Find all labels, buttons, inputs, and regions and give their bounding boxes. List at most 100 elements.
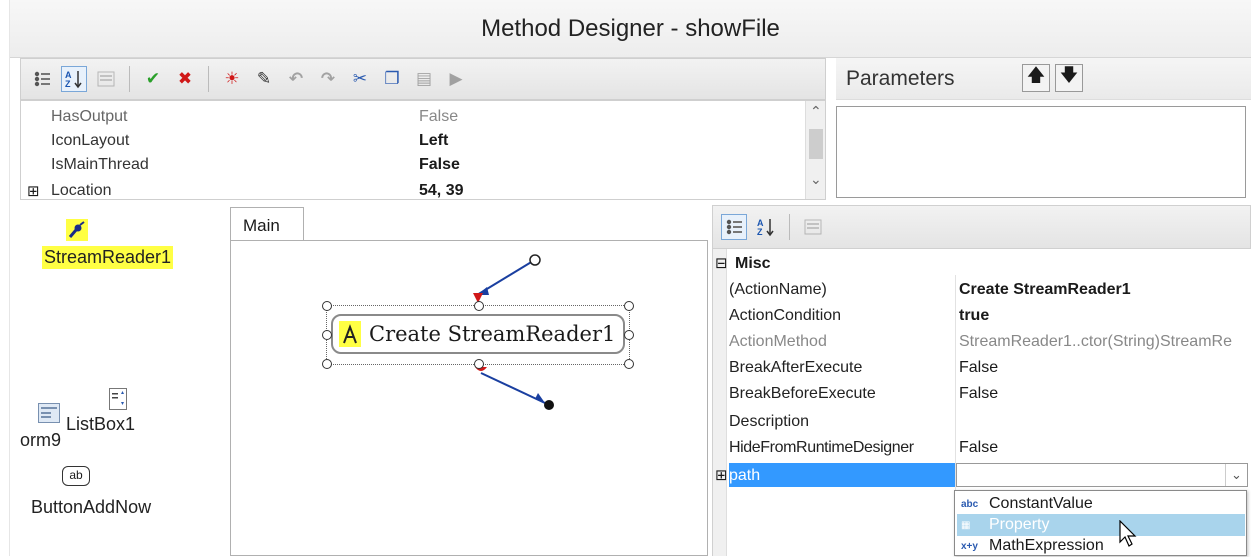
move-up-button[interactable]: 🡅 xyxy=(1022,64,1050,92)
property-row[interactable]: ActionCondition true xyxy=(713,303,1251,329)
scrollbar[interactable]: ⌃ ⌄ xyxy=(805,101,825,199)
property-value: true xyxy=(959,307,990,324)
property-row[interactable]: IsMainThread False xyxy=(21,153,807,177)
streamreader-icon[interactable] xyxy=(66,219,88,246)
resize-handle[interactable] xyxy=(474,359,484,369)
property-row[interactable]: HideFromRuntimeDesigner False xyxy=(713,435,1251,461)
property-name: IconLayout xyxy=(51,132,130,149)
main-toolbar: AZ ✔ ✖ ☀ ✎ ↶ ↷ ✂ ❐ ▤ ▶ xyxy=(20,58,826,100)
property-row[interactable]: IconLayout Left xyxy=(21,129,807,153)
connector-lines xyxy=(473,254,554,410)
chevron-down-icon[interactable]: ⌄ xyxy=(1225,464,1247,486)
property-name: BreakBeforeExecute xyxy=(729,385,876,402)
method-property-grid[interactable]: HasOutput False IconLayout Left IsMainTh… xyxy=(20,100,826,200)
debug-icon[interactable]: ☀ xyxy=(219,66,245,92)
scroll-thumb[interactable] xyxy=(809,129,823,159)
property-row[interactable]: BreakAfterExecute False xyxy=(713,355,1251,381)
property-name: (ActionName) xyxy=(729,281,827,298)
expand-icon[interactable]: ⊞ xyxy=(715,466,728,484)
parameters-list[interactable] xyxy=(836,106,1246,198)
property-row[interactable]: HasOutput False xyxy=(21,105,807,129)
toolbar-separator xyxy=(208,66,209,92)
action-node[interactable]: Create StreamReader1 xyxy=(331,314,625,354)
move-down-button[interactable]: 🡇 xyxy=(1055,64,1083,92)
property-value: False xyxy=(959,359,999,376)
alphabetical-icon[interactable]: AZ xyxy=(61,66,87,92)
scroll-up-icon[interactable]: ⌃ xyxy=(810,103,822,120)
expand-icon[interactable]: ⊞ xyxy=(27,182,40,199)
property-value: Left xyxy=(419,132,449,149)
dropdown-item-label: Property xyxy=(989,516,1050,533)
property-row-path[interactable]: ⊞ path ⌄ xyxy=(713,463,1251,489)
resize-handle[interactable] xyxy=(322,330,332,340)
property-row[interactable]: ActionMethod StreamReader1..ctor(String)… xyxy=(713,329,1251,355)
cut-icon[interactable]: ✂ xyxy=(347,66,373,92)
property-value: Create StreamReader1 xyxy=(959,281,1131,298)
resize-handle[interactable] xyxy=(624,330,634,340)
resize-handle[interactable] xyxy=(322,359,332,369)
resize-handle[interactable] xyxy=(322,301,332,311)
listbox-label[interactable]: ListBox1 xyxy=(66,414,135,435)
collapse-icon[interactable]: ⊟ xyxy=(715,254,728,272)
property-name: ActionMethod xyxy=(729,333,827,350)
property-row[interactable]: ⊞ Location 54, 39 xyxy=(21,179,807,199)
undo-icon[interactable]: ↶ xyxy=(283,66,309,92)
run-icon[interactable]: ▶ xyxy=(443,66,469,92)
category-row[interactable]: ⊟ Misc xyxy=(713,251,1251,277)
dropdown-item-label: ConstantValue xyxy=(989,495,1093,512)
button-label[interactable]: ButtonAddNow xyxy=(31,497,151,518)
alphabetical-icon[interactable]: AZ xyxy=(753,214,779,240)
resize-handle[interactable] xyxy=(624,359,634,369)
form-label[interactable]: orm9 xyxy=(20,430,61,451)
path-value-input[interactable]: ⌄ xyxy=(956,463,1248,487)
arrow-down-icon: 🡇 xyxy=(1059,65,1079,85)
dropdown-item[interactable]: x+y MathExpression xyxy=(957,535,1245,557)
toolbar-separator xyxy=(789,214,790,240)
resize-handle[interactable] xyxy=(624,301,634,311)
button-icon[interactable]: ab xyxy=(62,466,90,486)
selection-highlight xyxy=(729,463,955,487)
property-pages-icon[interactable] xyxy=(93,66,119,92)
scroll-down-icon[interactable]: ⌄ xyxy=(810,171,822,188)
category-label: Misc xyxy=(735,255,771,272)
value-type-dropdown[interactable]: abc ConstantValue ▦ Property x+y MathExp… xyxy=(954,490,1247,556)
categorized-icon[interactable] xyxy=(29,66,55,92)
designer-canvas[interactable]: Create StreamReader1 xyxy=(230,240,708,556)
property-name: HideFromRuntimeDesigner xyxy=(729,439,914,456)
math-expression-icon: x+y xyxy=(961,540,978,552)
property-row[interactable]: (ActionName) Create StreamReader1 xyxy=(713,277,1251,303)
resize-handle[interactable] xyxy=(474,301,484,311)
redo-icon[interactable]: ↷ xyxy=(315,66,341,92)
dropdown-item-hovered[interactable]: ▦ Property xyxy=(957,514,1245,536)
streamreader-label[interactable]: StreamReader1 xyxy=(42,246,174,269)
paste-icon[interactable]: ▤ xyxy=(411,66,437,92)
property-row[interactable]: Description xyxy=(713,409,1251,435)
property-name: BreakAfterExecute xyxy=(729,359,863,376)
property-name: Description xyxy=(729,413,810,430)
action-selection-box[interactable]: Create StreamReader1 xyxy=(322,301,634,369)
tab-main[interactable]: Main xyxy=(230,207,304,241)
categorized-icon[interactable] xyxy=(721,214,747,240)
dropdown-item-label: MathExpression xyxy=(989,537,1104,554)
property-value: False xyxy=(959,385,999,402)
ok-icon[interactable]: ✔ xyxy=(140,66,166,92)
form-icon[interactable] xyxy=(38,403,60,428)
wand-icon[interactable]: ✎ xyxy=(251,66,277,92)
copy-icon[interactable]: ❐ xyxy=(379,66,405,92)
listbox-icon[interactable] xyxy=(109,388,127,415)
action-label: Create StreamReader1 xyxy=(369,322,616,346)
property-value: False xyxy=(419,108,459,125)
property-name: HasOutput xyxy=(51,108,128,125)
svg-text:Z: Z xyxy=(757,227,763,237)
property-pages-icon[interactable] xyxy=(800,214,826,240)
action-icon xyxy=(339,321,361,347)
svg-text:Z: Z xyxy=(65,79,71,89)
dropdown-item[interactable]: abc ConstantValue xyxy=(957,493,1245,515)
property-row[interactable]: BreakBeforeExecute False xyxy=(713,381,1251,407)
arrow-up-icon: 🡅 xyxy=(1026,65,1046,85)
cancel-icon[interactable]: ✖ xyxy=(172,66,198,92)
window-title: Method Designer - showFile xyxy=(481,14,780,42)
property-value: False xyxy=(419,156,460,173)
property-icon: ▦ xyxy=(961,519,971,531)
parameters-label: Parameters xyxy=(846,67,955,90)
